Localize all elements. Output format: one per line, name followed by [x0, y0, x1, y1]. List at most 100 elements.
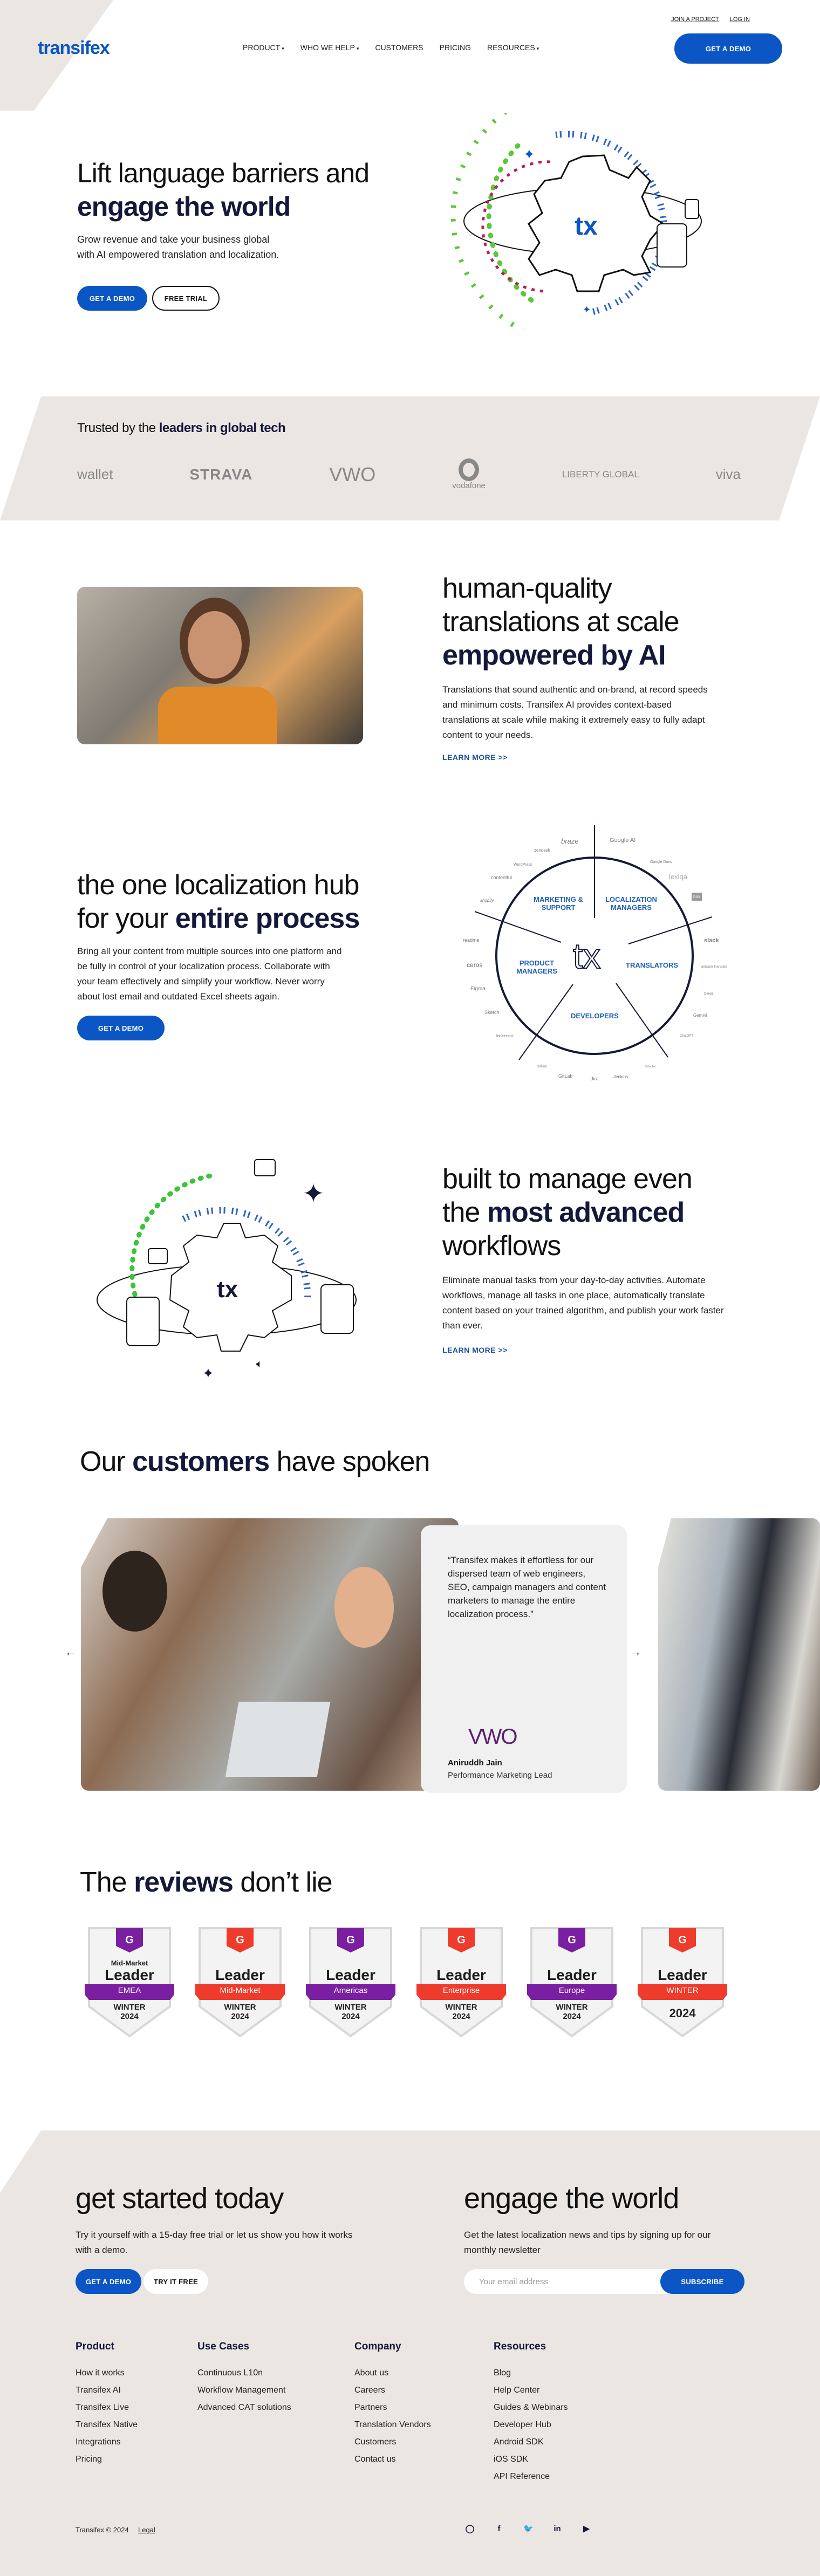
- integration-shopify: shopify: [480, 898, 494, 903]
- segment-developers: DEVELOPERS: [571, 1012, 619, 1020]
- twitter-icon[interactable]: 🐦: [523, 2524, 534, 2534]
- trusted-title: Trusted by the leaders in global tech: [77, 421, 286, 436]
- speaker-icon: 🔈︎: [256, 1358, 263, 1370]
- logo-text: viva: [715, 466, 741, 482]
- document-icon: [657, 223, 687, 268]
- hub-section-title: the one localization hub for your entire…: [77, 868, 360, 935]
- subscribe-button[interactable]: SUBSCRIBE: [660, 2269, 744, 2294]
- footer-link[interactable]: Transifex Live: [76, 2399, 138, 2416]
- nav-label: WHO WE HELP: [300, 43, 355, 52]
- footer-get-demo-button[interactable]: GET A DEMO: [76, 2269, 141, 2294]
- footer-link[interactable]: Customers: [354, 2434, 431, 2451]
- customer-logos: wallet STRAVA VWO vodafone LIBERTY GLOBA…: [77, 458, 741, 490]
- title-light: for your: [77, 903, 168, 934]
- badge-top: Mid-Market: [111, 1959, 148, 1967]
- footer-link[interactable]: Transifex Native: [76, 2416, 138, 2434]
- footer-link[interactable]: Developer Hub: [494, 2416, 568, 2434]
- hero-title: Lift language barriers and engage the wo…: [77, 156, 370, 223]
- nav-customers[interactable]: CUSTOMERS: [375, 43, 423, 52]
- g2-badge: G Leader WINTER 2024: [637, 1926, 728, 2039]
- transifex-logo[interactable]: transifex: [38, 38, 110, 59]
- integration-readme: readme: [463, 937, 480, 943]
- badge-ribbon: Enterprise: [442, 1986, 480, 1995]
- hero-free-trial-button[interactable]: FREE TRIAL: [152, 286, 220, 311]
- email-input[interactable]: [479, 2269, 652, 2294]
- footer-link[interactable]: Contact us: [354, 2451, 431, 2468]
- github-icon[interactable]: ◯: [465, 2524, 475, 2534]
- customer-meeting-photo: [81, 1518, 459, 1791]
- footer-link[interactable]: Guides & Webinars: [494, 2399, 568, 2416]
- header-get-demo-button[interactable]: GET A DEMO: [674, 33, 782, 64]
- footer-link[interactable]: Translation Vendors: [354, 2416, 431, 2434]
- hero-title-bold: engage the world: [77, 191, 291, 222]
- footer-link[interactable]: Partners: [354, 2399, 431, 2416]
- footer-link[interactable]: Continuous L10n: [197, 2365, 291, 2382]
- hero-get-demo-button[interactable]: GET A DEMO: [77, 286, 147, 311]
- footer-link[interactable]: Workflow Management: [197, 2382, 291, 2399]
- linkedin-icon[interactable]: in: [552, 2524, 562, 2534]
- testimonial-name: Aniruddh Jain: [448, 1758, 502, 1767]
- segment-translators: TRANSLATORS: [626, 961, 679, 969]
- svg-text:G: G: [346, 1934, 355, 1946]
- footer-link[interactable]: Blog: [494, 2365, 568, 2382]
- title-bold: entire process: [175, 903, 360, 934]
- nav-pricing[interactable]: PRICING: [440, 43, 471, 52]
- logo-text: VWO: [329, 463, 376, 485]
- footer-link[interactable]: Transifex AI: [76, 2382, 138, 2399]
- sparkle-icon: ✦: [583, 304, 591, 315]
- customer-office-photo: [658, 1518, 820, 1791]
- footer-link[interactable]: About us: [354, 2365, 431, 2382]
- integration-diagram: tx MARKETING & SUPPORT LOCALIZATION MANA…: [453, 814, 744, 1090]
- badge-title: Leader: [326, 1967, 375, 1983]
- copyright: Transifex © 2024: [76, 2526, 129, 2534]
- footer-link[interactable]: API Reference: [494, 2468, 568, 2485]
- hero-title-light: Lift language barriers and: [77, 158, 370, 188]
- nav-product[interactable]: PRODUCT ▾: [243, 43, 284, 52]
- nav-resources[interactable]: RESOURCES ▾: [487, 43, 539, 52]
- tx-logo-icon: tx: [217, 1276, 238, 1303]
- integration-github: GitHub: [537, 1065, 547, 1068]
- tx-logo-icon: tx: [573, 936, 600, 976]
- svg-text:G: G: [457, 1934, 466, 1946]
- badge-season: WINTER: [334, 2003, 367, 2012]
- try-it-free-button[interactable]: TRY IT FREE: [144, 2269, 208, 2294]
- g2-badge: G Mid-Market Leader EMEA WINTER 2024: [84, 1926, 175, 2039]
- get-started-body: Try it yourself with a 15-day free trial…: [76, 2230, 353, 2255]
- badge-title: Leader: [215, 1967, 265, 1983]
- footer-link[interactable]: Help Center: [494, 2382, 568, 2399]
- ai-learn-more-link[interactable]: LEARN MORE >>: [442, 753, 508, 762]
- badge-season: WINTER: [224, 2003, 256, 2012]
- footer-link[interactable]: Advanced CAT solutions: [197, 2399, 291, 2416]
- footer-link[interactable]: How it works: [76, 2365, 138, 2382]
- footer-link[interactable]: Pricing: [76, 2451, 138, 2468]
- integration-deepl: DeepL: [704, 992, 714, 996]
- segment-marketing-support: MARKETING & SUPPORT: [534, 895, 583, 912]
- title-light: The: [80, 1867, 127, 1898]
- login-link[interactable]: LOG IN: [730, 16, 750, 23]
- footer-link[interactable]: Integrations: [76, 2434, 138, 2451]
- workflow-learn-more-link[interactable]: LEARN MORE >>: [442, 1346, 508, 1354]
- badge-ribbon: Europe: [558, 1986, 585, 1995]
- join-project-link[interactable]: JOIN A PROJECT: [671, 16, 719, 23]
- footer-link[interactable]: Android SDK: [494, 2434, 568, 2451]
- footer-link[interactable]: iOS SDK: [494, 2451, 568, 2468]
- hub-get-demo-button[interactable]: GET A DEMO: [77, 1016, 165, 1040]
- integration-gitlab: GitLab: [558, 1073, 573, 1079]
- nav-who-we-help[interactable]: WHO WE HELP ▾: [300, 43, 359, 52]
- logo-text: LIBERTY GLOBAL: [562, 469, 639, 479]
- caret-down-icon: ▾: [536, 46, 539, 51]
- youtube-icon[interactable]: ▶: [582, 2524, 591, 2534]
- legal-link[interactable]: Legal: [138, 2526, 155, 2534]
- integration-slack: slack: [704, 937, 719, 944]
- integration-bigcommerce: BigCommerce: [496, 1034, 514, 1038]
- carousel-next-arrow[interactable]: →: [630, 1645, 641, 1659]
- integration-ceros: ceros: [467, 961, 483, 969]
- carousel-prev-arrow[interactable]: ←: [65, 1645, 77, 1659]
- smiling-woman-photo: [77, 587, 363, 744]
- facebook-icon[interactable]: f: [494, 2524, 504, 2534]
- logo-text: STRAVA: [189, 465, 253, 483]
- integration-google-ai: Google AI: [610, 837, 636, 844]
- caret-down-icon: ▾: [356, 46, 359, 51]
- footer-link[interactable]: Careers: [354, 2382, 431, 2399]
- photo-subject: [334, 1567, 394, 1648]
